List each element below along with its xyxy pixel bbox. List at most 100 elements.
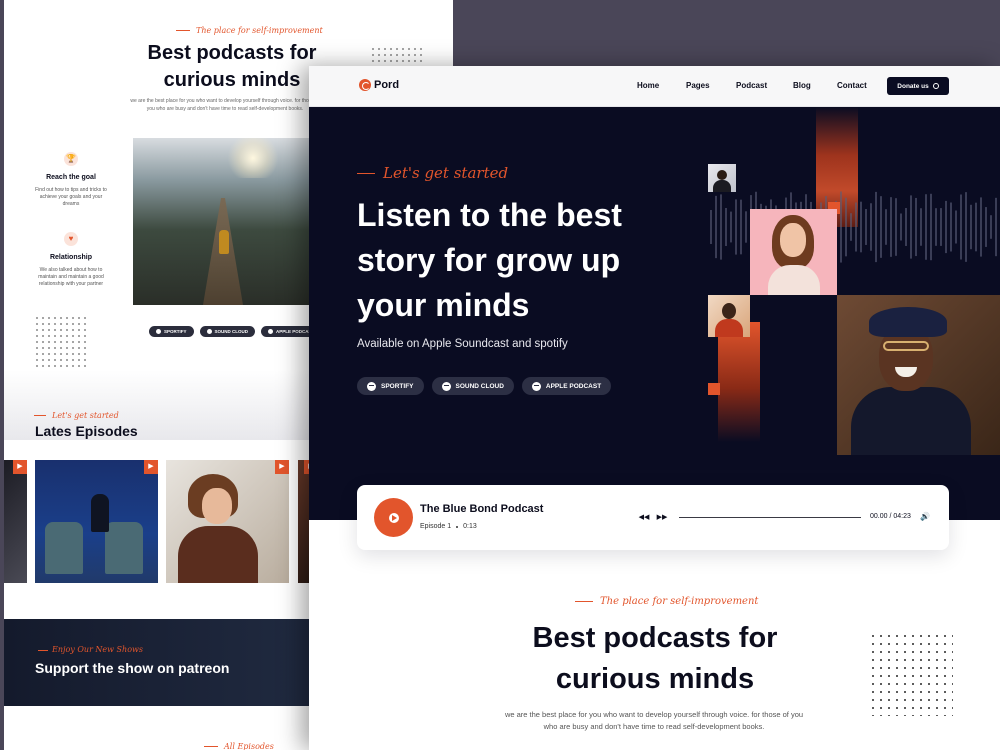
back-section-title: Best podcasts for curious minds bbox=[147, 42, 317, 91]
time-readout: 00.00 / 04:23 bbox=[870, 513, 911, 520]
pill-label: APPLE PODCAST bbox=[545, 382, 602, 390]
apple-podcast-pill[interactable]: APPLE PODCAST bbox=[521, 377, 612, 395]
dot-pattern bbox=[869, 632, 953, 716]
soundcloud-pill[interactable]: SOUND CLOUD bbox=[199, 326, 256, 337]
play-badge-icon[interactable]: ▶ bbox=[13, 460, 27, 474]
chair-shape bbox=[45, 522, 83, 574]
player-meta: Episode 1 0:13 bbox=[420, 523, 477, 530]
front-page-preview: Pord Home Pages Podcast Blog Contact Don… bbox=[309, 66, 1000, 750]
audio-player: The Blue Bond Podcast Episode 1 0:13 ◀◀ … bbox=[357, 485, 949, 550]
episode-card[interactable]: ▶ bbox=[35, 460, 158, 583]
fast-forward-icon[interactable]: ▶▶ bbox=[656, 512, 668, 522]
tagline-line bbox=[176, 30, 190, 31]
feature-title: Relationship bbox=[49, 254, 92, 261]
play-icon bbox=[388, 512, 399, 523]
chair-shape bbox=[105, 522, 143, 574]
pill-label: SOUND CLOUD bbox=[455, 382, 504, 390]
logo-text: Pord bbox=[374, 79, 400, 91]
section-tagline-text: The place for self-improvement bbox=[600, 596, 759, 607]
latest-episodes-title: Lates Episodes bbox=[35, 423, 138, 439]
spotify-icon bbox=[156, 329, 161, 334]
beret-shape bbox=[869, 307, 947, 337]
episode-card[interactable]: ▶ bbox=[166, 460, 289, 583]
feature-relationship: ♥ Relationship We also talked about how … bbox=[31, 232, 111, 288]
feature-title: Reach the goal bbox=[46, 174, 96, 181]
donate-button[interactable]: Donate us bbox=[887, 77, 949, 95]
episodes-tagline: Let's get started bbox=[34, 411, 119, 420]
feature-reach-goal: 🏆 Reach the goal Find out how to tips an… bbox=[31, 152, 111, 208]
figure-head bbox=[722, 303, 736, 319]
sun-glare bbox=[223, 138, 283, 178]
bridge-hiker-photo bbox=[133, 138, 313, 305]
rewind-icon[interactable]: ◀◀ bbox=[638, 512, 650, 522]
nav-pages[interactable]: Pages bbox=[686, 81, 710, 90]
nav-contact[interactable]: Contact bbox=[837, 81, 867, 90]
pill-label: SOUND CLOUD bbox=[214, 329, 249, 334]
top-navbar: Pord Home Pages Podcast Blog Contact Don… bbox=[309, 66, 1000, 107]
hero-title: Listen to the best story for grow up you… bbox=[357, 197, 622, 323]
feature-text: Find out how to tips and tricks to achie… bbox=[35, 187, 107, 207]
apple-icon bbox=[268, 329, 274, 334]
hero-tagline: Let's get started bbox=[357, 164, 508, 182]
tagline-line bbox=[575, 601, 593, 602]
figure-head bbox=[717, 170, 727, 180]
donate-arrow-icon bbox=[932, 83, 939, 89]
nav-podcast[interactable]: Podcast bbox=[736, 81, 767, 90]
back-tagline-text: The place for self-improvement bbox=[196, 26, 323, 35]
hero-subtitle: Available on Apple Soundcast and spotify bbox=[357, 338, 568, 350]
patreon-tagline: Enjoy Our New Shows bbox=[38, 645, 143, 654]
platform-pills: SPORTIFY SOUND CLOUD APPLE PODCAST bbox=[357, 377, 612, 395]
volume-icon[interactable]: 🔊 bbox=[920, 512, 930, 521]
glasses-shape bbox=[883, 341, 929, 351]
tagline-line bbox=[38, 650, 48, 651]
trophy-icon: 🏆 bbox=[64, 152, 78, 166]
episode-label: Episode 1 bbox=[420, 523, 452, 530]
tagline-line bbox=[204, 746, 218, 747]
logo[interactable]: Pord bbox=[359, 79, 399, 91]
progress-track[interactable] bbox=[679, 517, 861, 518]
figure-body bbox=[851, 387, 971, 455]
spotify-pill[interactable]: SPORTIFY bbox=[149, 326, 194, 337]
guest-thumbnail bbox=[708, 164, 736, 192]
nav-home[interactable]: Home bbox=[637, 81, 659, 90]
heart-icon: ♥ bbox=[64, 232, 78, 246]
play-badge-icon[interactable]: ▶ bbox=[275, 460, 289, 474]
back-section-description: we are the best place for you who want t… bbox=[130, 98, 320, 112]
figure-face bbox=[780, 223, 806, 257]
section-description: we are the best place for you who want t… bbox=[504, 710, 804, 731]
soundcloud-icon bbox=[441, 381, 451, 391]
dot-pattern bbox=[370, 46, 424, 62]
play-badge-icon[interactable]: ▶ bbox=[144, 460, 158, 474]
episodes-tagline-text: Let's get started bbox=[52, 411, 119, 420]
patreon-banner[interactable]: Enjoy Our New Shows Support the show on … bbox=[4, 619, 312, 706]
figure-body bbox=[768, 265, 820, 295]
man-figure bbox=[91, 494, 109, 532]
logo-mark-icon bbox=[359, 79, 371, 91]
all-episodes-tagline: All Episodes bbox=[204, 742, 274, 750]
decorative-red-square bbox=[708, 383, 720, 395]
feature-text: We also talked about how to maintain and… bbox=[38, 267, 104, 287]
donate-label: Donate us bbox=[897, 82, 929, 90]
back-tagline: The place for self-improvement bbox=[176, 26, 323, 35]
soundcloud-icon bbox=[206, 329, 212, 334]
player-title: The Blue Bond Podcast bbox=[420, 503, 544, 515]
guest-thumbnail bbox=[708, 295, 750, 337]
patreon-tagline-text: Enjoy Our New Shows bbox=[52, 645, 143, 654]
all-episodes-tagline-text: All Episodes bbox=[224, 742, 274, 750]
episode-card[interactable]: ▶ bbox=[4, 460, 27, 583]
tagline-line bbox=[34, 415, 46, 416]
section-tagline: The place for self-improvement bbox=[575, 596, 758, 607]
figure-body bbox=[715, 319, 743, 337]
decorative-red-bar bbox=[718, 322, 760, 442]
patreon-title: Support the show on patreon bbox=[35, 660, 230, 676]
soundcloud-pill[interactable]: SOUND CLOUD bbox=[431, 377, 514, 395]
nav-blog[interactable]: Blog bbox=[793, 81, 811, 90]
back-platform-pills: SPORTIFY SOUND CLOUD APPLE PODCAST bbox=[149, 326, 322, 337]
pill-label: SPORTIFY bbox=[381, 382, 414, 390]
play-button[interactable] bbox=[374, 498, 413, 537]
dot-pattern bbox=[34, 315, 88, 367]
woman-face bbox=[202, 488, 232, 524]
woman-body bbox=[178, 526, 258, 583]
tagline-line bbox=[357, 172, 375, 174]
spotify-pill[interactable]: SPORTIFY bbox=[357, 377, 424, 395]
